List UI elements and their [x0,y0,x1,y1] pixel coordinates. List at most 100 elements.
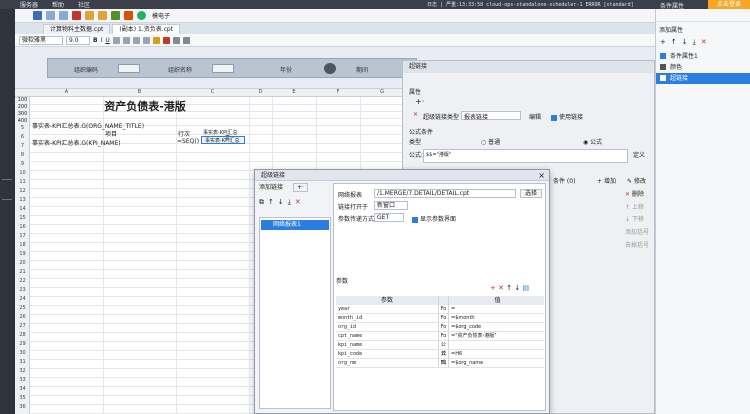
row-label[interactable]: 29 [15,341,30,347]
column-label[interactable]: F [316,89,360,95]
add-condition-button[interactable]: + 增加 [597,176,616,185]
table-row[interactable]: year Fo = [336,305,544,314]
net-report-path[interactable]: /1.MERGE/7.DETAIL/DETAIL.cpt [374,189,516,198]
modify-condition-button[interactable]: ✎ 修改 [627,176,646,185]
remove-brackets-button[interactable]: 去掉括号 [625,240,649,249]
merge-icon[interactable] [182,36,190,44]
row-label[interactable]: 21 [15,269,30,275]
param-type-cell[interactable]: Fo [438,314,448,322]
param-type-cell[interactable]: Fo [438,305,448,313]
show-param-checkbox[interactable]: 显示参数界面 [412,214,456,223]
use-link-checkbox[interactable]: 使用链接 [551,112,583,121]
row-label[interactable]: 9 [15,161,30,167]
add-icon[interactable]: +· [415,97,424,106]
org-name-cell[interactable]: 事实表-KPI汇总表.G(ORG_NAME_TITLE) [32,121,144,130]
bold-button[interactable]: B [93,37,98,44]
header-kpi-cell[interactable]: 事实表-KPI汇总 [203,129,238,136]
param-name-cell[interactable]: cpt_name [336,332,438,340]
data-kpi-cell[interactable]: 事实表-KPI汇总 [205,137,240,144]
row-label[interactable]: 34 [15,386,30,392]
formula-input[interactable]: $$="港版" [423,149,628,163]
table-row[interactable]: kpi_code 公式 =H6 [336,350,544,366]
row-label[interactable]: 15 [15,215,30,221]
param-type-cell[interactable]: 公式 [438,341,448,357]
row-label[interactable]: 32 [15,368,30,374]
row-label[interactable]: 26 [15,314,30,320]
align-center-icon[interactable] [122,36,130,44]
move-down-button[interactable]: ↓ 下移 [625,214,644,223]
add-brackets-button[interactable]: 添加括号 [625,227,649,236]
row-label[interactable]: 17 [15,233,30,239]
menu-item[interactable]: 帮助 [52,0,64,9]
menu-item[interactable]: 服务器 [20,0,38,9]
param-name-cell[interactable]: year [336,305,438,313]
param-value-cell[interactable]: ="资产负债表-港版" [448,332,544,340]
table-row[interactable]: kpi_name 公式 [336,341,544,357]
row-label[interactable]: 22 [15,278,30,284]
delete-icon[interactable]: ✕ [498,284,504,292]
row-label[interactable]: 33 [15,377,30,383]
table-icon[interactable]: ▤ [522,284,529,292]
down-arrow-icon[interactable]: ↓ [278,198,284,207]
formula-radio[interactable]: ◉ 公式 [583,137,602,146]
row-label[interactable]: 14 [15,206,30,212]
border-icon[interactable] [172,36,180,44]
param-type-cell[interactable]: Fo [438,323,448,331]
cut-icon[interactable] [72,11,81,20]
open-in-select[interactable]: 新窗口 [374,201,408,210]
param-value-cell[interactable]: =$org_name [448,359,544,367]
redo-icon[interactable] [59,11,68,20]
column-label[interactable]: G [360,89,404,95]
header-item-cell[interactable]: 项目 [105,129,117,138]
table-row[interactable]: month_id Fo =$month [336,314,544,323]
data-item-cell[interactable]: 事实表-KPI汇总表.G(KPI_NAME) [32,138,121,147]
row-label[interactable]: 8 [15,152,30,158]
remove-icon[interactable]: ✕ [413,111,418,118]
param-type-cell[interactable]: Fo [438,359,448,367]
row-label[interactable]: 10 [15,170,30,176]
row-label[interactable]: 6 [15,134,30,140]
param-mode-select[interactable]: GET [374,213,404,222]
row-label[interactable]: 23 [15,287,30,293]
param-name-cell[interactable]: org_id [336,323,438,331]
row-label[interactable]: 36 [15,404,30,410]
param-value-cell[interactable]: = [448,305,544,313]
param-value-cell[interactable] [448,341,544,349]
up-arrow-icon[interactable]: ↑ [506,284,512,292]
param-name-cell[interactable]: kpi_name [336,341,438,349]
log-message[interactable]: 日志 | 严重:13:33:58 cloud-ops-standalone-sc… [427,1,637,8]
lock-icon[interactable] [124,11,133,20]
param-value-cell[interactable]: =$month [448,314,544,322]
table-row[interactable]: org_id Fo =$org_code [336,323,544,332]
row-label[interactable]: 7 [15,143,30,149]
copy-icon[interactable]: ⧉ [259,198,264,207]
close-icon[interactable]: × [538,170,545,181]
row-label[interactable]: 31 [15,359,30,365]
italic-button[interactable]: I [101,37,103,44]
param-type-cell[interactable]: Fo [438,332,448,340]
down-arrow-icon[interactable]: ↓ [514,284,520,292]
menu-item[interactable]: 社区 [78,0,90,9]
wrap-icon[interactable] [142,36,150,44]
font-color-icon[interactable] [162,36,170,44]
param-name-cell[interactable]: kpi_code [336,350,438,358]
row-label[interactable]: 12 [15,188,30,194]
edit-button[interactable]: 编辑 [529,112,541,121]
align-left-icon[interactable] [112,36,120,44]
column-label[interactable]: E [272,89,316,95]
underline-button[interactable]: U [105,37,109,44]
paste-icon[interactable] [98,11,107,20]
eye-hidden-icon[interactable] [324,63,336,74]
table-row[interactable]: cpt_name Fo ="资产负债表-港版" [336,332,544,341]
define-button[interactable]: 定义 [633,150,645,159]
parameter-area[interactable]: 组织编码 组织名称 年份 期间 [47,58,417,78]
format-painter-icon[interactable] [111,11,120,20]
param-value-cell[interactable]: =$org_code [448,323,544,331]
align-right-icon[interactable] [132,36,140,44]
table-row[interactable]: org_nm Fo =$org_name [336,359,544,368]
move-up-button[interactable]: ↑ 上移 [625,202,644,211]
row-label[interactable]: 35 [15,395,30,401]
delete-icon[interactable]: ✕ [701,38,707,47]
param-name-cell[interactable]: org_nm [336,359,438,367]
column-label[interactable]: A [30,89,103,95]
